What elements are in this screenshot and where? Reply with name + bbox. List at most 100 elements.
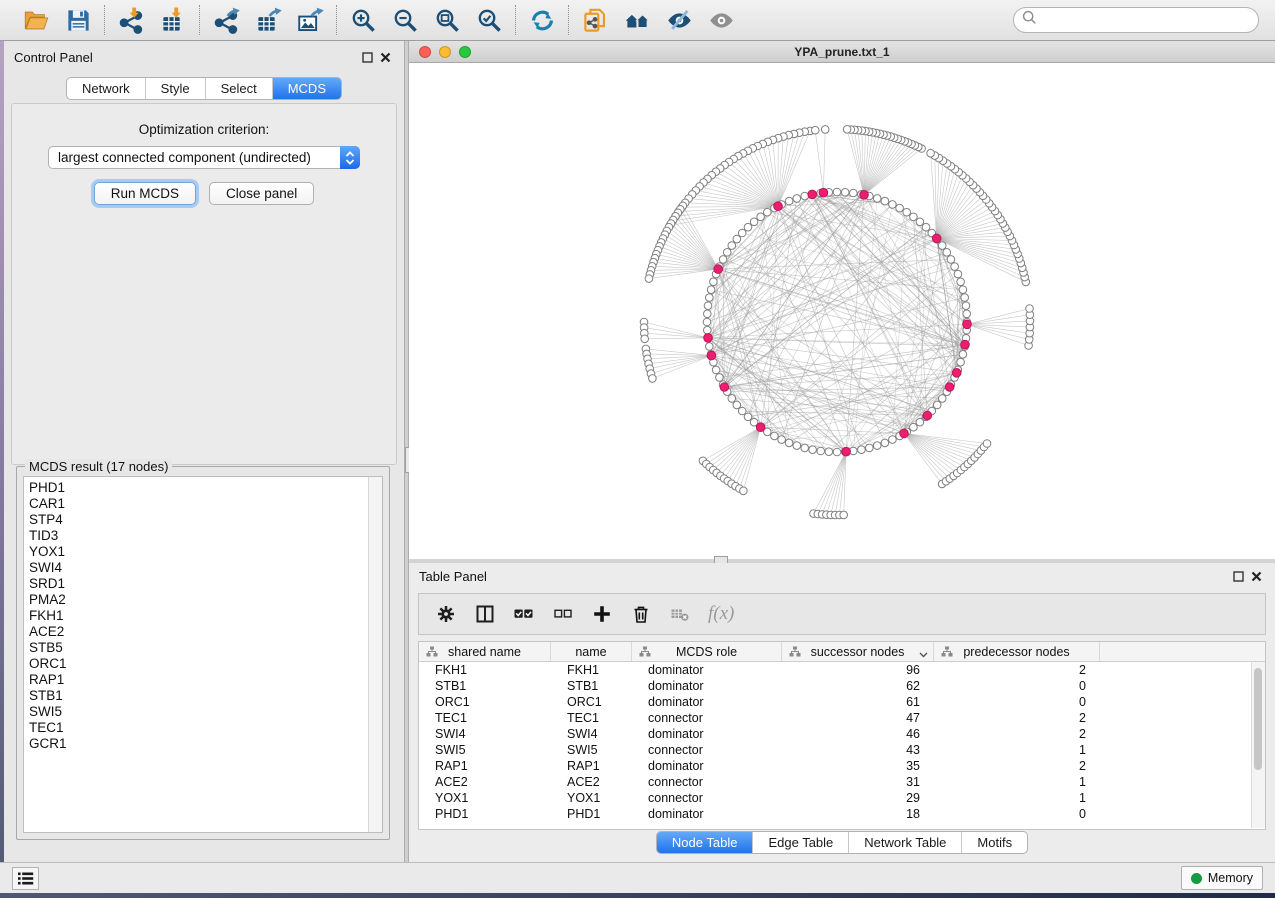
table-scrollbar-thumb[interactable] [1254, 668, 1262, 770]
task-history-button[interactable] [12, 867, 39, 890]
mcds-result-item[interactable]: TEC1 [24, 720, 368, 736]
table-scrollbar[interactable] [1251, 662, 1265, 828]
network-window-titlebar[interactable]: YPA_prune.txt_1 [409, 41, 1275, 63]
column-label: predecessor nodes [963, 645, 1069, 659]
memory-button[interactable]: Memory [1181, 866, 1263, 890]
cell-MCDS-role: dominator [632, 758, 782, 774]
cell-MCDS-role: dominator [632, 806, 782, 822]
float-panel-icon[interactable] [1229, 568, 1247, 584]
cell-predecessor-nodes: 2 [934, 710, 1100, 726]
cell-predecessor-nodes: 0 [934, 694, 1100, 710]
export-image-icon[interactable] [292, 3, 328, 37]
cell-successor-nodes: 31 [782, 774, 934, 790]
mcds-panel: Optimization criterion: largest connecte… [11, 103, 397, 465]
table-row[interactable]: FKH1FKH1dominator962 [419, 662, 1265, 678]
mcds-result-item[interactable]: FKH1 [24, 608, 368, 624]
column-header-predecessor-nodes[interactable]: predecessor nodes [934, 642, 1100, 661]
columns-icon[interactable] [474, 603, 496, 625]
zoom-in-icon[interactable] [345, 3, 381, 37]
close-panel-button[interactable]: Close panel [209, 182, 314, 205]
mcds-result-item[interactable]: SRD1 [24, 576, 368, 592]
column-header-shared-name[interactable]: shared name [419, 642, 551, 661]
float-panel-icon[interactable] [358, 49, 376, 65]
export-network-icon[interactable] [208, 3, 244, 37]
search-box[interactable] [1013, 7, 1259, 33]
tab-select[interactable]: Select [205, 78, 272, 99]
zoom-out-icon[interactable] [387, 3, 423, 37]
mcds-result-item[interactable]: STB1 [24, 688, 368, 704]
cell-MCDS-role: dominator [632, 662, 782, 678]
node-table[interactable]: shared name nameMCDS rolesuccessor nodes p… [418, 641, 1266, 830]
column-header-successor-nodes[interactable]: successor nodes [782, 642, 934, 661]
zoom-selected-icon[interactable] [471, 3, 507, 37]
mcds-result-item[interactable]: PMA2 [24, 592, 368, 608]
import-table-icon[interactable] [155, 3, 191, 37]
mcds-result-item[interactable]: ORC1 [24, 656, 368, 672]
cell-shared-name: SWI4 [419, 726, 551, 742]
table-row[interactable]: PHD1PHD1dominator180 [419, 806, 1265, 822]
trash-icon[interactable] [630, 603, 652, 625]
gear-icon[interactable] [435, 603, 457, 625]
mcds-result-item[interactable]: YOX1 [24, 544, 368, 560]
houses-icon[interactable] [619, 3, 655, 37]
deselect-all-icon[interactable] [552, 603, 574, 625]
refresh-icon[interactable] [524, 3, 560, 37]
mcds-result-item[interactable]: GCR1 [24, 736, 368, 752]
mcds-result-item[interactable]: STP4 [24, 512, 368, 528]
network-view-canvas[interactable] [409, 63, 1275, 559]
org-chart-icon [639, 646, 651, 660]
export-table-icon[interactable] [250, 3, 286, 37]
mcds-result-item[interactable]: TID3 [24, 528, 368, 544]
search-input[interactable] [1043, 12, 1250, 29]
cell-predecessor-nodes: 1 [934, 790, 1100, 806]
tab-network-table[interactable]: Network Table [848, 832, 961, 853]
mcds-result-item[interactable]: SWI4 [24, 560, 368, 576]
add-icon[interactable] [591, 603, 613, 625]
cell-successor-nodes: 61 [782, 694, 934, 710]
clone-network-icon[interactable] [577, 3, 613, 37]
close-panel-icon[interactable] [376, 49, 394, 65]
mcds-result-list[interactable]: PHD1CAR1STP4TID3YOX1SWI4SRD1PMA2FKH1ACE2… [23, 476, 383, 833]
tab-edge-table[interactable]: Edge Table [752, 832, 848, 853]
table-row[interactable]: SWI5SWI5connector431 [419, 742, 1265, 758]
table-row[interactable]: SWI4SWI4dominator462 [419, 726, 1265, 742]
column-label: shared name [448, 645, 521, 659]
close-panel-icon[interactable] [1247, 568, 1265, 584]
mcds-result-item[interactable]: PHD1 [24, 480, 368, 496]
table-row[interactable]: TEC1TEC1connector472 [419, 710, 1265, 726]
zoom-fit-icon[interactable] [429, 3, 465, 37]
control-panel-tabs: NetworkStyleSelectMCDS [66, 77, 342, 100]
tab-mcds[interactable]: MCDS [272, 78, 341, 99]
tab-node-table[interactable]: Node Table [657, 832, 753, 853]
cell-name: STB1 [551, 678, 632, 694]
column-header-MCDS-role[interactable]: MCDS role [632, 642, 782, 661]
mcds-result-item[interactable]: ACE2 [24, 624, 368, 640]
cell-name: SWI5 [551, 742, 632, 758]
import-network-icon[interactable] [113, 3, 149, 37]
tab-network[interactable]: Network [67, 78, 145, 99]
table-toolbar: f(x) [418, 593, 1266, 635]
network-graph[interactable] [409, 63, 1275, 559]
criterion-dropdown[interactable]: largest connected component (undirected) [48, 146, 360, 169]
table-row[interactable]: STB1STB1dominator620 [419, 678, 1265, 694]
cell-successor-nodes: 96 [782, 662, 934, 678]
tab-style[interactable]: Style [145, 78, 205, 99]
table-row[interactable]: YOX1YOX1connector291 [419, 790, 1265, 806]
select-all-icon[interactable] [513, 603, 535, 625]
run-mcds-button[interactable]: Run MCDS [94, 182, 196, 205]
control-panel-title: Control Panel [14, 50, 93, 65]
column-header-name[interactable]: name [551, 642, 632, 661]
table-row[interactable]: RAP1RAP1dominator352 [419, 758, 1265, 774]
open-folder-icon[interactable] [18, 3, 54, 37]
cell-name: YOX1 [551, 790, 632, 806]
mcds-result-item[interactable]: RAP1 [24, 672, 368, 688]
mcds-result-item[interactable]: CAR1 [24, 496, 368, 512]
mcds-result-item[interactable]: STB5 [24, 640, 368, 656]
tab-motifs[interactable]: Motifs [961, 832, 1027, 853]
list-scrollbar[interactable] [368, 477, 382, 832]
table-row[interactable]: ACE2ACE2connector311 [419, 774, 1265, 790]
table-row[interactable]: ORC1ORC1dominator610 [419, 694, 1265, 710]
hide-selected-icon[interactable] [661, 3, 697, 37]
save-icon[interactable] [60, 3, 96, 37]
mcds-result-item[interactable]: SWI5 [24, 704, 368, 720]
